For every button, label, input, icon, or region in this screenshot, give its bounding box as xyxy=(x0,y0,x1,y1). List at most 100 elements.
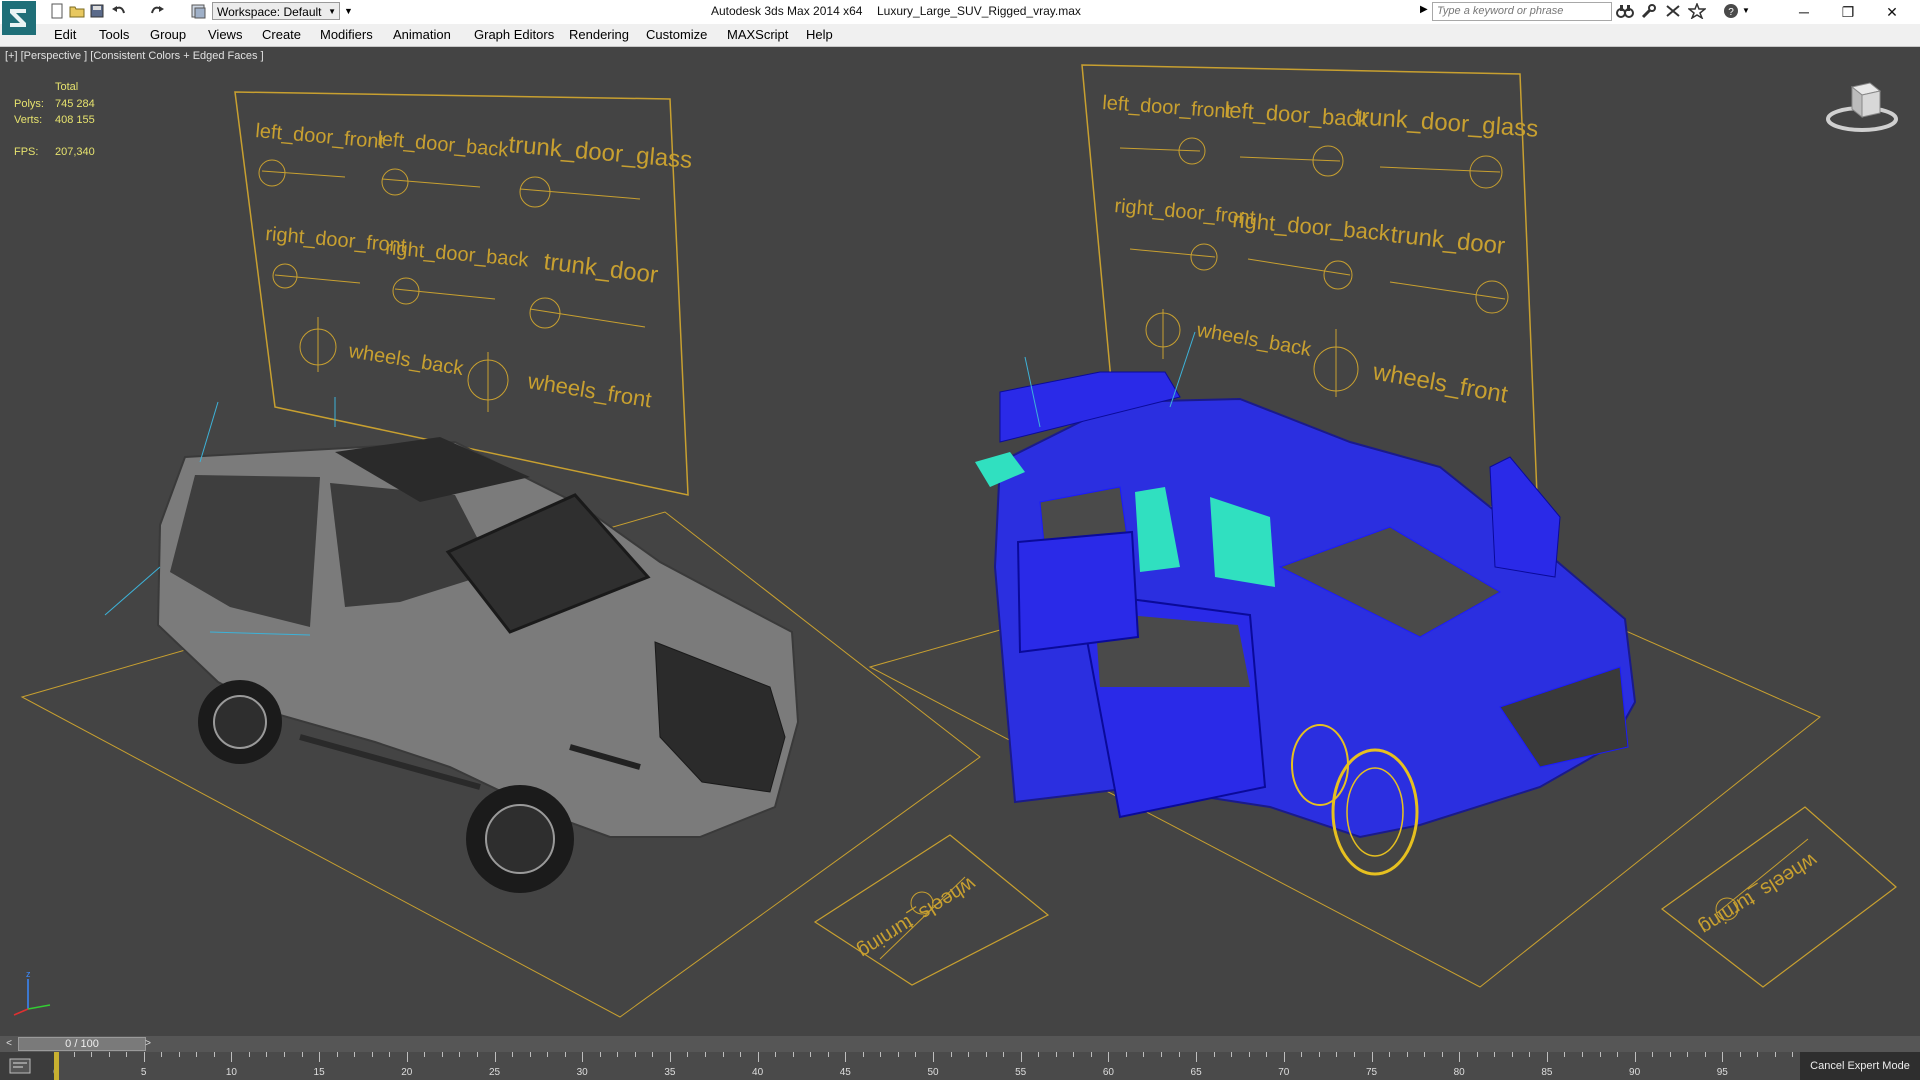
menu-help[interactable]: Help xyxy=(806,27,833,42)
menu-customize[interactable]: Customize xyxy=(646,27,707,42)
track-bar-tick-label: 95 xyxy=(1716,1067,1728,1078)
menu-group[interactable]: Group xyxy=(150,27,186,42)
rig-slider[interactable] xyxy=(519,176,641,208)
rig-slider[interactable] xyxy=(1239,145,1344,177)
track-bar-tick xyxy=(582,1052,584,1062)
menu-views[interactable]: Views xyxy=(208,27,242,42)
track-bar-tick xyxy=(284,1052,286,1057)
track-bar-tick xyxy=(248,1052,250,1057)
timeline: < 0 / 100 > 0510152025303540455055606570… xyxy=(0,1036,1920,1080)
open-file-icon[interactable] xyxy=(68,3,86,19)
rig-slider[interactable] xyxy=(299,317,337,372)
track-bar-tick xyxy=(1055,1052,1057,1057)
track-bar[interactable]: 0510152025303540455055606570758085909510… xyxy=(53,1052,1824,1080)
rig-slider[interactable] xyxy=(258,159,346,187)
suv-wireframe-model[interactable] xyxy=(975,331,1637,876)
track-bar-tick xyxy=(1669,1052,1671,1057)
rig-slider[interactable] xyxy=(272,263,361,289)
viewcube-icon[interactable] xyxy=(1822,75,1902,135)
restore-button[interactable]: ❐ xyxy=(1826,0,1870,24)
close-button[interactable]: ✕ xyxy=(1870,0,1914,24)
time-slider-track[interactable]: < 0 / 100 > xyxy=(0,1036,1920,1052)
scene-canvas[interactable]: left_door_front left_door_back trunk_doo… xyxy=(0,47,1920,1036)
track-bar-tick xyxy=(424,1052,426,1057)
track-bar-tick xyxy=(266,1052,268,1057)
search-input[interactable]: Type a keyword or phrase xyxy=(1432,2,1612,21)
track-bar-tick xyxy=(634,1052,636,1057)
track-bar-tick xyxy=(599,1052,601,1057)
track-bar-tick xyxy=(1617,1052,1619,1057)
redo-icon[interactable] xyxy=(148,3,166,19)
new-file-icon[interactable] xyxy=(48,3,66,19)
cancel-expert-mode-button[interactable]: Cancel Expert Mode xyxy=(1800,1052,1920,1080)
track-bar-tick xyxy=(915,1052,917,1057)
label-right-door-back: right_door_back xyxy=(1232,207,1392,246)
workspace-dropdown[interactable]: Workspace: Default ▼ xyxy=(212,2,340,20)
rig-slider[interactable] xyxy=(467,352,509,412)
rig-slider[interactable] xyxy=(1379,155,1503,189)
project-folder-icon[interactable] xyxy=(190,3,208,19)
track-bar-tick xyxy=(1722,1052,1724,1062)
quick-access-menu-icon[interactable]: ▼ xyxy=(344,6,362,22)
menu-edit[interactable]: Edit xyxy=(54,27,76,42)
rig-slider[interactable] xyxy=(529,297,646,329)
binoculars-icon[interactable] xyxy=(1616,3,1634,19)
track-bar-tick xyxy=(1038,1052,1040,1057)
track-bar-tick-label: 60 xyxy=(1102,1067,1114,1078)
next-frame-icon[interactable]: > xyxy=(142,1037,154,1051)
track-bar-tick xyxy=(880,1052,882,1057)
save-icon[interactable] xyxy=(88,3,106,19)
track-bar-tick-label: 50 xyxy=(927,1067,939,1078)
label-wheels-front: wheels_front xyxy=(1370,358,1510,408)
rig-slider[interactable] xyxy=(1389,280,1509,314)
track-bar-tick xyxy=(968,1052,970,1057)
tools-icon[interactable] xyxy=(1640,3,1658,19)
track-bar-tick xyxy=(1757,1052,1759,1057)
track-bar-tick xyxy=(441,1052,443,1057)
menu-create[interactable]: Create xyxy=(262,27,301,42)
time-slider-thumb[interactable]: 0 / 100 xyxy=(18,1037,146,1051)
label-left-door-front: left_door_front xyxy=(1102,92,1233,123)
menu-graph-editors[interactable]: Graph Editors xyxy=(474,27,554,42)
minimize-button[interactable]: ─ xyxy=(1782,0,1826,24)
rig-slider[interactable] xyxy=(1119,137,1206,165)
star-icon[interactable] xyxy=(1688,3,1706,19)
previous-frame-icon[interactable]: < xyxy=(3,1037,15,1051)
track-bar-tick xyxy=(512,1052,514,1057)
menu-modifiers[interactable]: Modifiers xyxy=(320,27,373,42)
mini-listener-icon[interactable] xyxy=(8,1056,32,1076)
rig-slider[interactable] xyxy=(392,277,496,305)
menu-maxscript[interactable]: MAXScript xyxy=(727,27,788,42)
track-bar-tick xyxy=(1704,1052,1706,1057)
track-bar-tick xyxy=(687,1052,689,1057)
rig-panel-left[interactable]: left_door_front left_door_back trunk_doo… xyxy=(234,91,693,496)
current-frame-marker[interactable] xyxy=(54,1052,59,1080)
menu-rendering[interactable]: Rendering xyxy=(569,27,629,42)
rig-slider[interactable] xyxy=(1129,243,1218,271)
undo-icon[interactable] xyxy=(110,3,128,19)
track-bar-tick xyxy=(91,1052,93,1057)
track-bar-tick-label: 85 xyxy=(1541,1067,1553,1078)
chevron-down-icon: ▼ xyxy=(328,7,336,16)
menu-animation[interactable]: Animation xyxy=(393,27,451,42)
app-menu-button[interactable] xyxy=(2,1,36,35)
minimize-icon: ─ xyxy=(1799,4,1809,20)
track-bar-tick xyxy=(1108,1052,1110,1062)
rig-slider[interactable] xyxy=(381,168,481,196)
wheels-turning-control-left[interactable]: wheels_turning xyxy=(813,834,1050,986)
help-dropdown-icon[interactable]: ▼ xyxy=(1742,6,1760,22)
track-bar-tick xyxy=(564,1052,566,1057)
menu-tools[interactable]: Tools xyxy=(99,27,129,42)
perspective-viewport[interactable]: [+] [Perspective ] [Consistent Colors + … xyxy=(0,47,1920,1036)
wheels-turning-control-right[interactable]: wheels_turning xyxy=(1660,806,1897,988)
suv-shaded-model[interactable] xyxy=(104,397,800,893)
rig-slider[interactable] xyxy=(1145,309,1181,359)
rig-slider[interactable] xyxy=(1313,329,1359,397)
track-bar-tick xyxy=(354,1052,356,1057)
rig-slider[interactable] xyxy=(1247,258,1353,290)
track-bar-tick xyxy=(933,1052,934,1062)
track-bar-tick xyxy=(757,1052,759,1062)
track-bar-tick xyxy=(336,1052,338,1057)
x-icon[interactable] xyxy=(1664,3,1682,19)
help-icon[interactable]: ? xyxy=(1722,3,1740,19)
